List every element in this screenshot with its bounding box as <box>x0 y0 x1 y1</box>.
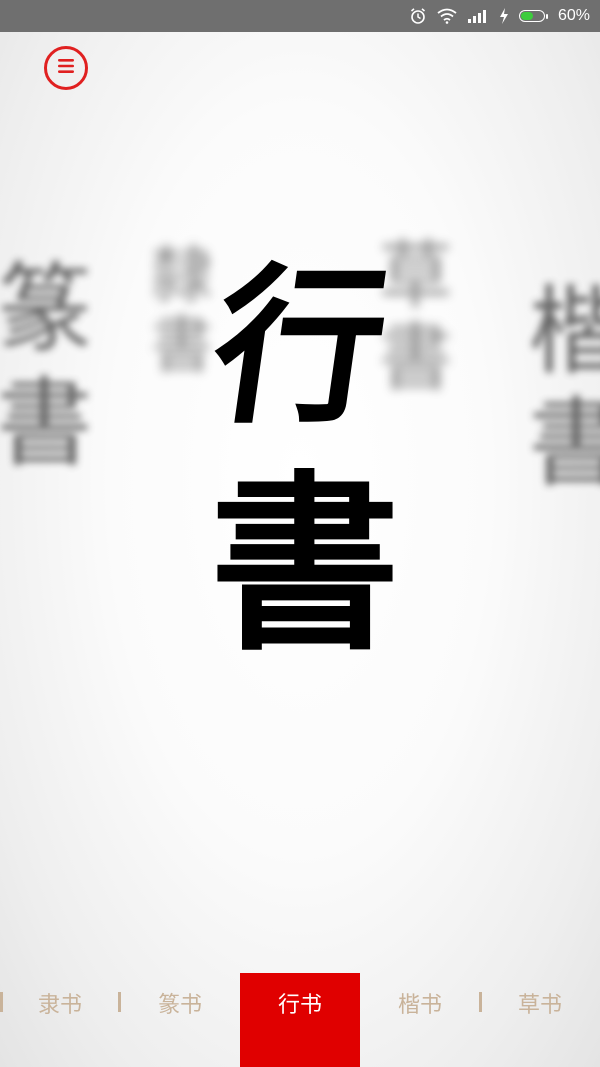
calligraphy-background-mid-left: 隸書 <box>140 242 213 382</box>
calligraphy-background-left: 篆書 <box>0 258 92 486</box>
tab-separator <box>0 992 3 1012</box>
tab-separator <box>479 992 482 1012</box>
tab-caoshu[interactable]: 草书 <box>480 973 600 1067</box>
tab-label: 草书 <box>517 993 562 1018</box>
signal-icon <box>467 9 489 23</box>
alarm-icon <box>409 7 427 25</box>
battery-icon <box>518 10 548 22</box>
tab-zhuanshu[interactable]: 篆书 <box>120 973 240 1067</box>
tab-kaishu[interactable]: 楷书 <box>360 973 480 1067</box>
tab-label: 篆书 <box>157 993 202 1018</box>
tab-xingshu[interactable]: 行书 <box>240 973 360 1067</box>
tab-bar: 隶书 篆书 行书 楷书 草书 <box>0 973 600 1067</box>
status-bar: 60% <box>0 0 600 32</box>
calligraphy-background-right: 楷書 <box>512 280 600 504</box>
charging-icon <box>499 8 509 24</box>
calligraphy-main-char-1: 行 <box>200 247 400 447</box>
calligraphy-main-char-2: 書 <box>210 453 401 676</box>
menu-icon <box>57 58 75 78</box>
tab-label: 行书 <box>277 993 322 1018</box>
wifi-icon <box>437 8 457 24</box>
tab-label: 隶书 <box>37 993 82 1018</box>
tab-lishu[interactable]: 隶书 <box>0 973 120 1067</box>
tab-separator <box>118 992 121 1012</box>
menu-button[interactable] <box>44 46 88 90</box>
tab-label: 楷书 <box>397 993 442 1018</box>
battery-percentage: 60% <box>557 7 590 24</box>
